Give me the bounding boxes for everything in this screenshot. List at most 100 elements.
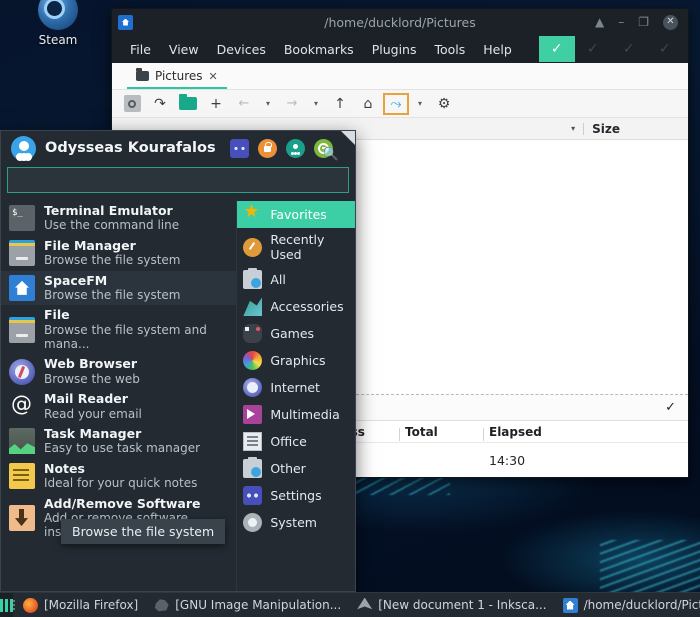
new-tab-icon[interactable]: + — [202, 92, 230, 116]
app-item-title: Mail Reader — [44, 391, 128, 406]
app-item-description: Easy to use task manager — [44, 441, 200, 455]
category-label: Settings — [270, 488, 321, 503]
multimedia-icon — [243, 405, 262, 424]
app-item-spacefm[interactable]: SpaceFM Browse the file system — [1, 271, 236, 306]
category-list[interactable]: Favorites Recently Used All Accessories … — [236, 199, 355, 591]
transfer-confirm-icon[interactable]: ✓ — [665, 400, 676, 415]
avatar[interactable] — [11, 136, 36, 161]
settings-icon[interactable] — [230, 139, 249, 158]
search-input[interactable] — [7, 167, 349, 193]
settings-icon[interactable]: ⚙ — [430, 92, 458, 116]
panel-toggle-4[interactable]: ✓ — [647, 36, 683, 62]
applications-menu-icon[interactable] — [0, 593, 13, 617]
menu-item-file[interactable]: File — [121, 39, 160, 60]
taskbar[interactable]: [Mozilla Firefox] [GNU Image Manipulatio… — [0, 592, 700, 617]
category-label: Games — [270, 326, 314, 341]
panel-toggle-group[interactable]: ✓ ✓ ✓ ✓ — [539, 36, 683, 62]
panel-toggle-3[interactable]: ✓ — [611, 36, 647, 62]
category-settings[interactable]: Settings — [237, 482, 355, 509]
sort-caret-icon[interactable]: ▾ — [571, 124, 575, 133]
taskbar-item-inkscape[interactable]: [New document 1 - Inksca... — [349, 593, 554, 617]
maximize-button[interactable]: ❐ — [638, 16, 649, 28]
app-item-terminal-emulator[interactable]: Terminal Emulator Use the command line — [1, 201, 236, 236]
column-size[interactable]: Size — [592, 122, 678, 136]
user-icon[interactable] — [286, 139, 305, 158]
back-history-dropdown-icon[interactable]: ▾ — [258, 92, 278, 116]
category-all[interactable]: All — [237, 266, 355, 293]
category-games[interactable]: Games — [237, 320, 355, 347]
app-item-web-browser[interactable]: Web Browser Browse the web — [1, 354, 236, 389]
category-label: Graphics — [270, 353, 325, 368]
app-item-title: Web Browser — [44, 356, 137, 371]
app-item-notes[interactable]: Notes Ideal for your quick notes — [1, 459, 236, 494]
category-graphics[interactable]: Graphics — [237, 347, 355, 374]
lock-icon[interactable] — [258, 139, 277, 158]
mail-icon — [9, 394, 35, 420]
system-icon — [243, 513, 262, 532]
app-item-file[interactable]: File Browse the file system and mana... — [1, 305, 236, 354]
menu-item-plugins[interactable]: Plugins — [363, 39, 426, 60]
tab-pictures[interactable]: Pictures ✕ — [127, 66, 227, 89]
search-area[interactable]: 🔍 — [1, 165, 355, 199]
menu-item-help[interactable]: Help — [474, 39, 521, 60]
taskbar-item-label: [GNU Image Manipulation... — [175, 598, 341, 612]
forward-history-dropdown-icon[interactable]: ▾ — [306, 92, 326, 116]
desktop-icon-steam[interactable]: Steam — [28, 0, 88, 47]
category-label: Office — [270, 434, 307, 449]
transfer-col-total[interactable]: Total — [405, 425, 489, 439]
toolbar[interactable]: ↷ + ← ▾ → ▾ ↑ ⌂ ⤳ ▾ ⚙ — [112, 90, 688, 118]
internet-icon — [243, 378, 262, 397]
transfer-col-elapsed[interactable]: Elapsed — [489, 425, 559, 439]
back-icon[interactable]: ← — [230, 92, 258, 116]
up-icon[interactable]: ↑ — [326, 92, 354, 116]
logout-icon[interactable] — [314, 139, 333, 158]
link-dropdown-icon[interactable]: ▾ — [410, 92, 430, 116]
app-item-title: Add/Remove Software — [44, 496, 200, 511]
menu-item-tools[interactable]: Tools — [425, 39, 474, 60]
file-manager-icon — [9, 240, 35, 266]
panel-toggle-2[interactable]: ✓ — [575, 36, 611, 62]
category-other[interactable]: Other — [237, 455, 355, 482]
category-label: Recently Used — [270, 232, 349, 262]
category-recently-used[interactable]: Recently Used — [237, 228, 355, 266]
forward-icon[interactable]: → — [278, 92, 306, 116]
application-menu[interactable]: Odysseas Kourafalos 🔍 Terminal Emulator … — [0, 130, 356, 592]
category-office[interactable]: Office — [237, 428, 355, 455]
app-item-task-manager[interactable]: Task Manager Easy to use task manager — [1, 424, 236, 459]
home-icon[interactable]: ⌂ — [354, 92, 382, 116]
menu-item-devices[interactable]: Devices — [208, 39, 275, 60]
shade-button[interactable]: ▲ — [595, 16, 604, 28]
app-menu-actions[interactable] — [230, 139, 349, 158]
menu-item-view[interactable]: View — [160, 39, 208, 60]
category-multimedia[interactable]: Multimedia — [237, 401, 355, 428]
category-internet[interactable]: Internet — [237, 374, 355, 401]
menubar[interactable]: File View Devices Bookmarks Plugins Tool… — [112, 35, 688, 63]
app-item-description: Ideal for your quick notes — [44, 476, 197, 490]
minimize-button[interactable]: – — [618, 16, 624, 28]
tab-bar[interactable]: Pictures ✕ — [112, 63, 688, 90]
taskbar-item-gimp[interactable]: [GNU Image Manipulation... — [146, 593, 349, 617]
close-button[interactable]: ✕ — [663, 15, 678, 30]
category-accessories[interactable]: Accessories — [237, 293, 355, 320]
app-item-file-manager[interactable]: File Manager Browse the file system — [1, 236, 236, 271]
window-titlebar[interactable]: /home/ducklord/Pictures ▲ – ❐ ✕ — [112, 9, 688, 35]
app-item-description: Use the command line — [44, 218, 179, 232]
device-icon[interactable] — [118, 92, 146, 116]
category-system[interactable]: System — [237, 509, 355, 536]
graphics-icon — [243, 351, 262, 370]
panel-toggle-1[interactable]: ✓ — [539, 36, 575, 62]
category-favorites[interactable]: Favorites — [237, 201, 355, 228]
link-icon[interactable]: ⤳ — [382, 92, 410, 116]
new-folder-icon[interactable] — [174, 92, 202, 116]
tab-label: Pictures — [155, 69, 203, 83]
taskbar-item-file-manager[interactable]: /home/ducklord/Pict — [555, 593, 700, 617]
window-controls[interactable]: ▲ – ❐ ✕ — [595, 15, 688, 30]
firefox-icon — [23, 598, 38, 613]
app-item-description: Browse the file system and mana... — [44, 323, 207, 351]
app-item-mail-reader[interactable]: Mail Reader Read your email — [1, 389, 236, 424]
tab-close-icon[interactable]: ✕ — [209, 70, 218, 83]
taskbar-item-firefox[interactable]: [Mozilla Firefox] — [15, 593, 146, 617]
undo-icon[interactable]: ↷ — [146, 92, 174, 116]
resize-grip[interactable] — [341, 131, 355, 145]
menu-item-bookmarks[interactable]: Bookmarks — [275, 39, 363, 60]
